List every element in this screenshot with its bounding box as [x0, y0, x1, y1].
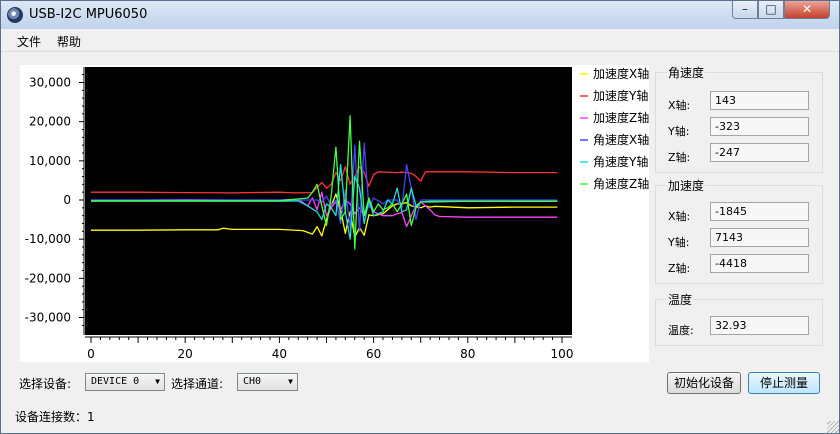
gyro-x-field[interactable]: 143 [710, 91, 809, 110]
device-select-value: DEVICE 0 [91, 376, 140, 387]
y-tick-label: 20,000 [29, 115, 71, 129]
gyro-y-field[interactable]: -323 [710, 117, 809, 136]
y-tick-label: -30,000 [25, 311, 71, 325]
stop-measure-button[interactable]: 停止测量 [748, 372, 820, 394]
gyro-group: 角速度 X轴: 143 Y轴: -323 Z轴: -247 [655, 64, 823, 173]
x-tick-label: 100 [551, 347, 574, 361]
legend-label: 加速度Y轴 [593, 88, 648, 103]
legend-label: 角速度Y轴 [593, 154, 648, 169]
temp-field[interactable]: 32.93 [710, 316, 809, 335]
app-icon [7, 7, 23, 23]
accel-x-label: X轴: [668, 210, 691, 223]
accel-z-field[interactable]: -4418 [710, 254, 809, 273]
chevron-down-icon: ▼ [155, 377, 160, 386]
x-tick-label: 80 [460, 347, 475, 361]
gyro-z-label: Z轴: [668, 151, 691, 164]
close-button[interactable]: ✕ [784, 1, 830, 19]
x-tick-label: 40 [272, 347, 287, 361]
temp-group: 温度 温度: 32.93 [655, 291, 823, 346]
channel-label: 选择通道: [171, 377, 224, 391]
y-tick-label: -10,000 [25, 232, 71, 246]
menu-help[interactable]: 帮助 [57, 33, 81, 50]
gyro-x-label: X轴: [668, 99, 691, 112]
gyro-y-label: Y轴: [668, 125, 690, 138]
chevron-down-icon: ▼ [288, 377, 293, 386]
menu-bar: 文件 帮助 [1, 29, 839, 52]
main-window: USB-I2C MPU6050 – □ ✕ 文件 帮助 30,000 20,000… [0, 0, 840, 434]
accel-y-field[interactable]: 7143 [710, 228, 809, 247]
accel-y-label: Y轴: [668, 236, 690, 249]
status-bar-text: 设备连接数：1 [15, 410, 95, 424]
device-select[interactable]: DEVICE 0 ▼ [85, 373, 165, 391]
x-tick-label: 20 [178, 347, 193, 361]
resize-grip[interactable] [827, 421, 839, 433]
y-tick-label: 0 [63, 193, 71, 207]
temp-label: 温度: [668, 324, 694, 337]
y-tick-label: 10,000 [29, 154, 71, 168]
window-title: USB-I2C MPU6050 [29, 7, 148, 22]
gyro-group-title: 角速度 [667, 64, 706, 81]
legend-label: 角速度X轴 [593, 132, 649, 147]
channel-select[interactable]: CH0 ▼ [237, 373, 298, 391]
accel-group: 加速度 X轴: -1845 Y轴: 7143 Z轴: -4418 [655, 177, 823, 284]
sensor-chart: 30,000 20,000 10,000 0 -10,000 -20,000 -30,000… [20, 65, 649, 362]
title-bar[interactable]: USB-I2C MPU6050 – □ ✕ [1, 1, 839, 29]
accel-z-label: Z轴: [668, 262, 691, 275]
accel-x-field[interactable]: -1845 [710, 202, 809, 221]
legend-label: 角速度Z轴 [593, 176, 649, 191]
channel-select-value: CH0 [243, 376, 262, 387]
temp-group-title: 温度 [667, 291, 694, 308]
y-tick-label: -20,000 [25, 271, 71, 285]
accel-group-title: 加速度 [667, 177, 706, 194]
chart-canvas: 30,000 20,000 10,000 0 -10,000 -20,000 -30,000… [25, 66, 649, 361]
gyro-z-field[interactable]: -247 [710, 143, 809, 162]
legend-label: 加速度Z轴 [593, 110, 649, 125]
init-device-button[interactable]: 初始化设备 [667, 372, 741, 394]
x-tick-label: 0 [87, 347, 95, 361]
maximize-button[interactable]: □ [758, 1, 784, 19]
menu-file[interactable]: 文件 [17, 33, 41, 50]
minimize-button[interactable]: – [732, 1, 758, 19]
y-tick-label: 30,000 [29, 75, 71, 89]
device-label: 选择设备: [19, 377, 72, 391]
x-tick-label: 60 [366, 347, 381, 361]
legend-label: 加速度X轴 [593, 66, 649, 81]
